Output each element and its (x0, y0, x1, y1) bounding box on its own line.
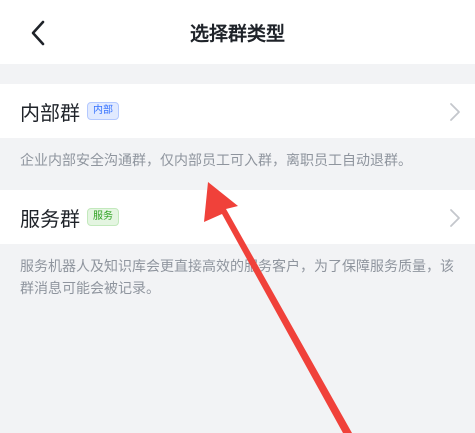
annotation-arrow-icon (204, 182, 352, 433)
